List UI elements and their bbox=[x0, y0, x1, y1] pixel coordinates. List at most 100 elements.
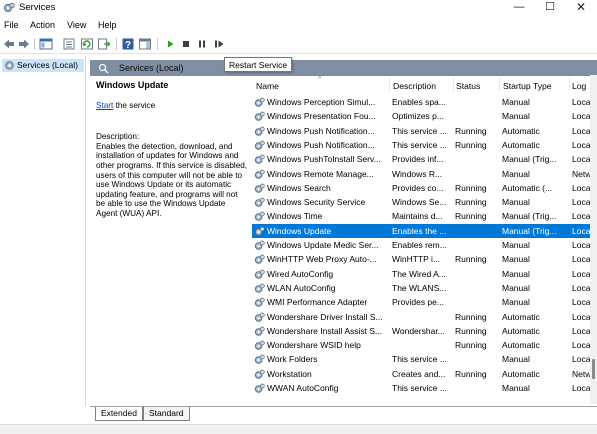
cell-startup-type: Automatic bbox=[502, 311, 540, 322]
export-list-icon[interactable] bbox=[97, 37, 111, 51]
table-row[interactable]: Wired AutoConfig The Wired A... Manual Loca bbox=[252, 267, 597, 281]
start-service-link[interactable]: Start bbox=[96, 101, 113, 110]
cell-description: This service ... bbox=[392, 139, 447, 150]
cell-status: Running bbox=[455, 311, 487, 322]
table-row[interactable]: Work Folders This service ... Manual Loca bbox=[252, 352, 597, 366]
help-icon[interactable]: ? bbox=[121, 37, 135, 51]
cell-startup-type: Manual bbox=[502, 383, 530, 393]
tab-extended[interactable]: Extended bbox=[95, 407, 143, 421]
cell-status: Running bbox=[455, 182, 487, 193]
cell-description: Windows Se... bbox=[392, 197, 447, 208]
cell-status: Running bbox=[455, 197, 487, 208]
console-tree: Services (Local) bbox=[0, 56, 86, 406]
menu-file[interactable]: File bbox=[4, 20, 19, 30]
restart-service-icon[interactable] bbox=[212, 37, 226, 51]
forward-arrow-icon[interactable] bbox=[17, 37, 31, 51]
toolbar-separator bbox=[157, 38, 158, 50]
column-divider[interactable] bbox=[569, 78, 570, 91]
show-hide-icon[interactable] bbox=[138, 37, 152, 51]
service-gear-icon bbox=[254, 326, 265, 336]
table-row[interactable]: WMI Performance Adapter Provides pe... Man… bbox=[252, 295, 597, 309]
view-tabs: Extended Standard bbox=[90, 406, 597, 422]
cell-status: Running bbox=[455, 368, 487, 379]
column-header-name[interactable]: Name bbox=[256, 81, 279, 91]
cell-startup-type: Automatic (... bbox=[502, 182, 553, 193]
column-header-startup-type[interactable]: Startup Type bbox=[503, 81, 552, 91]
table-row[interactable]: Windows Presentation Fou... Optimizes p..… bbox=[252, 109, 597, 123]
tab-standard[interactable]: Standard bbox=[143, 407, 190, 421]
menu-action[interactable]: Action bbox=[30, 20, 55, 30]
table-row[interactable]: Wondershare Install Assist S... Wondersha… bbox=[252, 324, 597, 338]
cell-name: Wondershare WSID help bbox=[267, 340, 361, 351]
column-header-description[interactable]: Description bbox=[393, 81, 436, 91]
maximize-button[interactable]: ☐ bbox=[535, 0, 565, 17]
service-gear-icon bbox=[254, 154, 265, 164]
title-bar: Services — ☐ ✕ bbox=[0, 0, 597, 17]
column-divider[interactable] bbox=[453, 78, 454, 91]
column-divider[interactable] bbox=[499, 78, 500, 91]
column-header-status[interactable]: Status bbox=[456, 81, 480, 91]
column-header-log-on-as[interactable]: Log bbox=[572, 81, 586, 91]
service-gear-icon bbox=[254, 340, 265, 350]
table-row[interactable]: Windows Perception Simul... Enables spa..… bbox=[252, 95, 597, 109]
menu-help[interactable]: Help bbox=[98, 20, 117, 30]
minimize-button[interactable]: — bbox=[504, 0, 534, 17]
cell-description: Provides co... bbox=[392, 182, 444, 193]
table-row[interactable]: Windows PushToInstall Serv... Provides in… bbox=[252, 152, 597, 166]
table-row[interactable]: Windows Update Enables the ... Manual (Tri… bbox=[252, 223, 597, 238]
cell-startup-type: Manual (Trig... bbox=[502, 225, 557, 236]
toolbar: ? bbox=[0, 35, 597, 54]
console-tree-icon[interactable] bbox=[39, 37, 53, 51]
service-gear-icon bbox=[254, 97, 265, 107]
menu-bar: File Action View Help bbox=[0, 18, 597, 34]
service-gear-icon bbox=[254, 240, 265, 250]
table-row[interactable]: Windows Remote Manage... Windows R... Manu… bbox=[252, 167, 597, 181]
menu-view[interactable]: View bbox=[67, 20, 86, 30]
description-text: Enables the detection, download, and ins… bbox=[96, 141, 248, 218]
services-gear-icon bbox=[5, 61, 14, 70]
close-button[interactable]: ✕ bbox=[566, 0, 596, 17]
cell-description: Wondershar... bbox=[392, 325, 445, 336]
table-row[interactable]: Windows Push Notification... This service… bbox=[252, 138, 597, 152]
services-table: ^ Name Description Status Startup Type L… bbox=[252, 76, 597, 404]
cell-startup-type: Automatic bbox=[502, 139, 540, 150]
back-arrow-icon[interactable] bbox=[2, 37, 16, 51]
cell-name: Wondershare Install Assist S... bbox=[267, 325, 383, 336]
cell-description: This service ... bbox=[392, 354, 447, 365]
table-row[interactable]: Windows Time Maintains d... Running Manual … bbox=[252, 209, 597, 223]
tree-item-services-local[interactable]: Services (Local) bbox=[2, 59, 84, 72]
table-row[interactable]: WWAN AutoConfig This service ... Manual Loc… bbox=[252, 381, 597, 395]
table-row[interactable]: Wondershare Driver Install S... Running Au… bbox=[252, 310, 597, 324]
table-row[interactable]: Wondershare WSID help Running Automatic Loc… bbox=[252, 338, 597, 352]
service-gear-icon bbox=[254, 283, 265, 293]
column-divider[interactable] bbox=[389, 78, 390, 91]
properties-icon[interactable] bbox=[62, 37, 76, 51]
scrollbar-thumb[interactable] bbox=[592, 359, 595, 379]
selected-service-name: Windows Update bbox=[96, 80, 169, 90]
table-row[interactable]: WinHTTP Web Proxy Auto-... WinHTTP i... Ru… bbox=[252, 252, 597, 266]
table-row[interactable]: Windows Update Medic Ser... Enables rem..… bbox=[252, 238, 597, 252]
pause-service-icon[interactable] bbox=[195, 37, 209, 51]
refresh-icon[interactable] bbox=[80, 37, 94, 51]
table-row[interactable]: Windows Security Service Windows Se... Run… bbox=[252, 195, 597, 209]
cell-status: Running bbox=[455, 139, 487, 150]
start-service-icon[interactable] bbox=[163, 37, 177, 51]
cell-name: Windows PushToInstall Serv... bbox=[267, 154, 381, 165]
service-gear-icon bbox=[254, 212, 265, 222]
vertical-scrollbar[interactable] bbox=[590, 75, 597, 404]
table-row[interactable]: Windows Push Notification... This service… bbox=[252, 124, 597, 138]
table-row[interactable]: WLAN AutoConfig The WLANS... Manual Loca bbox=[252, 281, 597, 295]
table-row[interactable]: Windows Search Provides co... Running Autom… bbox=[252, 181, 597, 195]
cell-startup-type: Automatic bbox=[502, 340, 540, 351]
cell-status: Running bbox=[455, 325, 487, 336]
description-label: Description: bbox=[96, 132, 140, 142]
stop-service-icon[interactable] bbox=[179, 37, 193, 51]
cell-description: Enables the ... bbox=[392, 225, 447, 236]
table-row[interactable]: Workstation Creates and... Running Automati… bbox=[252, 367, 597, 381]
cell-startup-type: Automatic bbox=[502, 368, 540, 379]
cell-startup-type: Manual (Trig... bbox=[502, 211, 557, 222]
tree-item-label: Services (Local) bbox=[17, 60, 78, 70]
cell-startup-type: Manual bbox=[502, 168, 530, 179]
cell-description: This service ... bbox=[392, 125, 447, 136]
service-gear-icon bbox=[254, 140, 265, 150]
